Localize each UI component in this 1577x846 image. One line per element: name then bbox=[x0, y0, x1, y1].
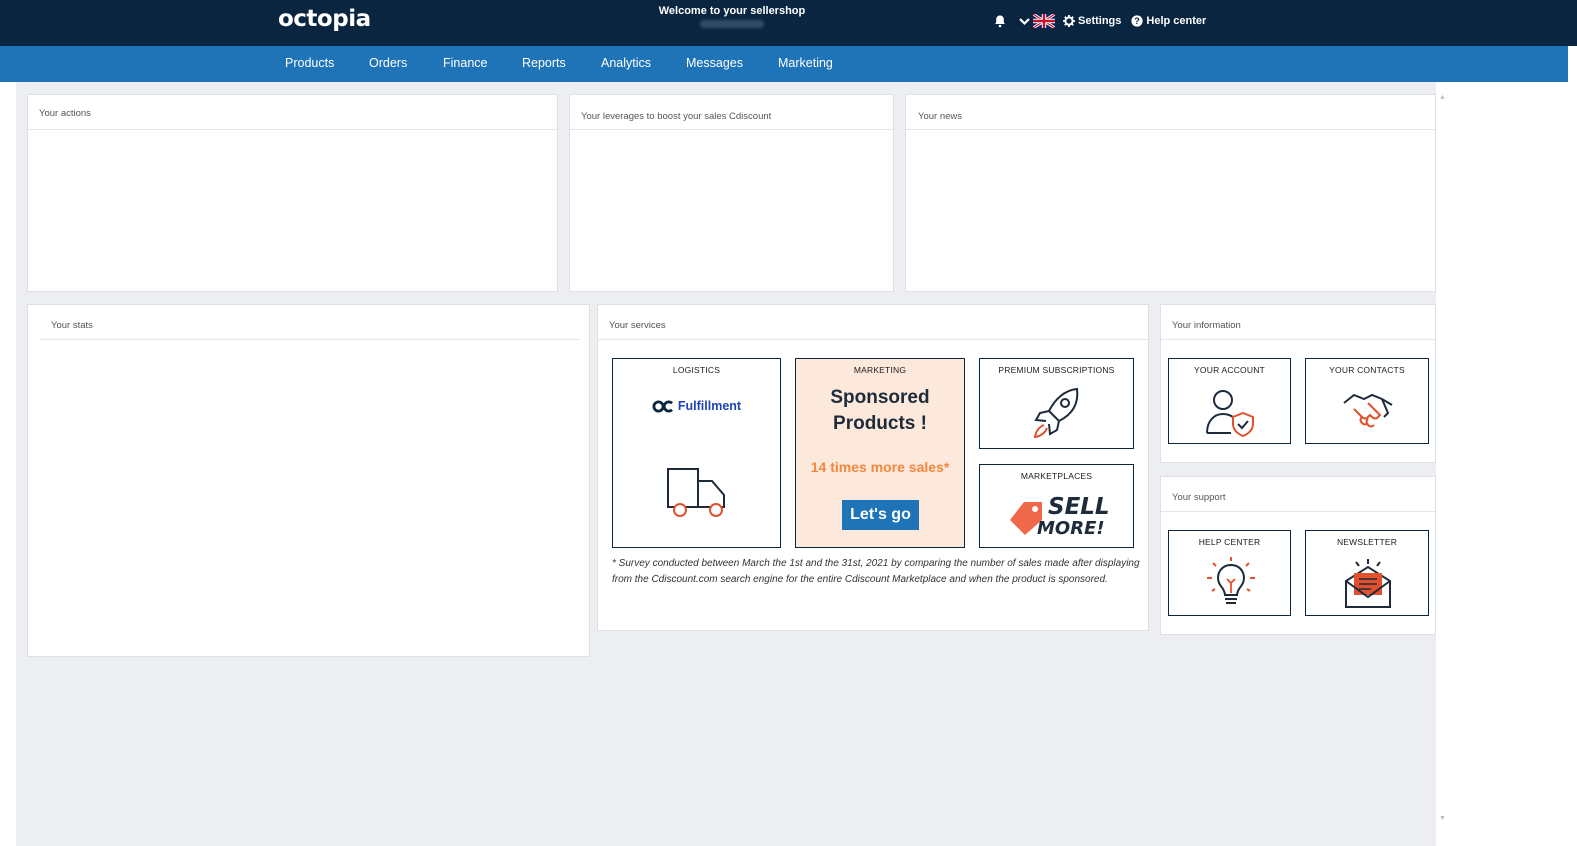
nav-messages[interactable]: Messages bbox=[686, 56, 743, 70]
scroll-down-arrow[interactable]: ▼ bbox=[1439, 815, 1446, 822]
fulfillment-text: Fulfillment bbox=[677, 399, 742, 413]
lets-go-button[interactable]: Let's go bbox=[842, 500, 919, 530]
chevron-down-icon bbox=[1019, 18, 1030, 26]
logistics-tile[interactable]: LOGISTICS Fulfillment bbox=[612, 358, 781, 548]
tile-label: MARKETPLACES bbox=[1020, 471, 1093, 481]
gear-icon bbox=[1063, 15, 1075, 27]
tile-label: LOGISTICS bbox=[672, 365, 721, 375]
nav-marketing[interactable]: Marketing bbox=[778, 56, 833, 70]
top-header: octopia Welcome to your sellershop Setti… bbox=[0, 0, 1577, 46]
user-shield-icon bbox=[1206, 390, 1254, 437]
truck-icon bbox=[667, 468, 725, 517]
divider bbox=[906, 129, 1435, 130]
title-line-1: Sponsored bbox=[830, 387, 930, 408]
panel-title: Your information bbox=[1172, 320, 1241, 331]
divider bbox=[570, 129, 893, 130]
page-scrollbar[interactable]: ▲ ▼ bbox=[1436, 82, 1448, 846]
title-line-2: Products ! bbox=[833, 413, 927, 434]
help-center-link[interactable]: ? Help center bbox=[1131, 15, 1206, 27]
sponsored-products-title: Sponsored Products ! bbox=[796, 385, 964, 437]
marketing-tile[interactable]: MARKETING Sponsored Products ! 14 times … bbox=[795, 358, 965, 548]
divider bbox=[598, 339, 1148, 340]
panel-title: Your support bbox=[1172, 492, 1226, 503]
lightbulb-icon bbox=[1207, 557, 1255, 604]
help-center-tile[interactable]: HELP CENTER bbox=[1168, 530, 1291, 616]
sell-text: SELL bbox=[1048, 494, 1110, 520]
header-toolbar: Settings ? Help center bbox=[993, 11, 1206, 31]
rocket-icon bbox=[1033, 387, 1079, 439]
question-circle-icon: ? bbox=[1131, 15, 1144, 27]
panel-title: Your actions bbox=[39, 108, 91, 119]
premium-subscriptions-tile[interactable]: PREMIUM SUBSCRIPTIONS bbox=[979, 358, 1134, 449]
divider bbox=[40, 339, 580, 340]
settings-link[interactable]: Settings bbox=[1063, 15, 1121, 27]
notifications-bell[interactable] bbox=[993, 14, 1007, 28]
sales-claim: 14 times more sales* bbox=[810, 459, 950, 475]
main-navigation: Products Orders Finance Reports Analytic… bbox=[0, 46, 1568, 82]
scroll-up-arrow[interactable]: ▲ bbox=[1439, 94, 1446, 101]
your-contacts-tile[interactable]: YOUR CONTACTS bbox=[1305, 358, 1429, 444]
nav-orders[interactable]: Orders bbox=[369, 56, 407, 70]
stats-panel: Your stats bbox=[27, 304, 590, 657]
handshake-icon bbox=[1343, 393, 1393, 428]
marketplaces-tile[interactable]: MARKETPLACES SELL MORE! bbox=[979, 464, 1134, 548]
actions-panel: Your actions bbox=[27, 94, 558, 292]
your-account-tile[interactable]: YOUR ACCOUNT bbox=[1168, 358, 1291, 444]
news-panel: Your news bbox=[905, 94, 1436, 292]
tile-label: NEWSLETTER bbox=[1336, 537, 1398, 547]
help-center-label: Help center bbox=[1146, 15, 1207, 27]
nav-finance[interactable]: Finance bbox=[443, 56, 487, 70]
uk-flag-icon bbox=[1033, 14, 1055, 28]
panel-title: Your leverages to boost your sales Cdisc… bbox=[581, 111, 772, 122]
panel-title: Your news bbox=[918, 111, 963, 122]
welcome-message: Welcome to your sellershop bbox=[658, 5, 806, 17]
bell-icon bbox=[995, 15, 1005, 28]
tile-label: PREMIUM SUBSCRIPTIONS bbox=[998, 365, 1115, 375]
more-text: MORE! bbox=[1037, 518, 1105, 539]
octopia-logo[interactable]: octopia bbox=[278, 6, 371, 32]
leverages-panel: Your leverages to boost your sales Cdisc… bbox=[569, 94, 894, 292]
survey-footnote: * Survey conducted between March the 1st… bbox=[612, 558, 1140, 585]
nav-products[interactable]: Products bbox=[285, 56, 334, 70]
tile-label: YOUR CONTACTS bbox=[1329, 365, 1405, 375]
tile-label: MARKETING bbox=[853, 365, 907, 375]
panel-title: Your services bbox=[609, 320, 666, 331]
octopia-oc-logo-icon bbox=[652, 400, 673, 412]
newsletter-tile[interactable]: NEWSLETTER bbox=[1305, 530, 1429, 616]
nav-analytics[interactable]: Analytics bbox=[601, 56, 651, 70]
tile-label: HELP CENTER bbox=[1198, 537, 1261, 547]
settings-label: Settings bbox=[1078, 15, 1122, 27]
fulfillment-brand: Fulfillment bbox=[613, 399, 780, 413]
divider bbox=[1161, 339, 1435, 340]
nav-reports[interactable]: Reports bbox=[522, 56, 566, 70]
divider bbox=[28, 129, 557, 130]
tile-label: YOUR ACCOUNT bbox=[1194, 365, 1265, 375]
language-selector[interactable] bbox=[1019, 14, 1055, 28]
panel-title: Your stats bbox=[51, 320, 93, 331]
newsletter-envelope-icon bbox=[1345, 559, 1391, 608]
shop-name-blurred bbox=[700, 20, 764, 28]
divider bbox=[1161, 511, 1435, 512]
svg-text:?: ? bbox=[1135, 16, 1141, 26]
